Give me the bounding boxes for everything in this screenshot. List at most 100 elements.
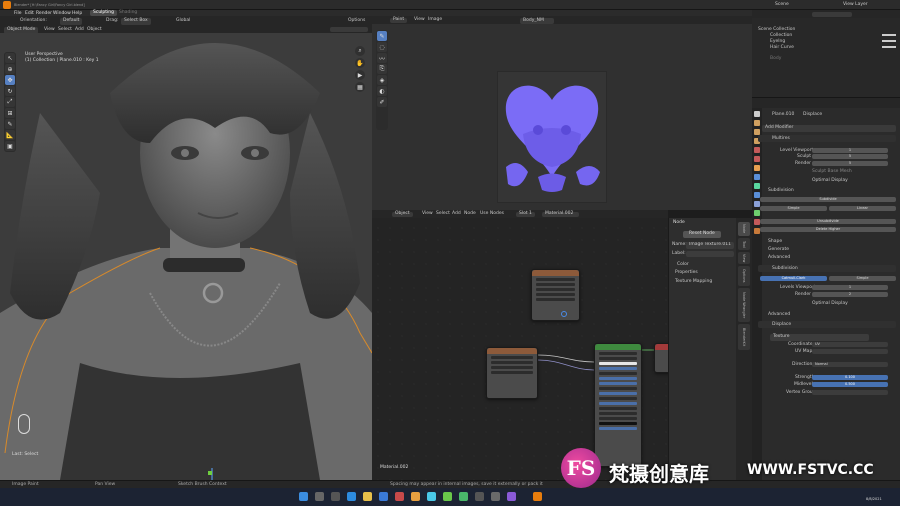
scale-tool-icon[interactable]: ⤢ (5, 97, 15, 107)
constraints-tab-icon[interactable] (754, 201, 760, 207)
image-texture-node[interactable] (531, 269, 580, 321)
material-output-node[interactable] (654, 343, 668, 373)
outliner-item-eyelng[interactable]: Eyelng (770, 39, 785, 45)
tool-tab-icon[interactable] (754, 111, 760, 117)
app-icon[interactable] (491, 492, 500, 501)
outliner-search-input[interactable] (812, 11, 852, 17)
search-icon[interactable] (315, 492, 324, 501)
rotate-tool-icon[interactable]: ↻ (5, 86, 15, 96)
direction-dropdown[interactable]: Normal (812, 362, 888, 367)
sidebar-tab-node[interactable]: Node (738, 222, 750, 236)
transform-tool-icon[interactable]: ⊞ (5, 108, 15, 118)
level-viewport-field[interactable]: 1 (812, 148, 888, 153)
simple-subdivide-button[interactable]: Simple (760, 206, 827, 211)
outliner-scene-collection[interactable]: Scene Collection (758, 27, 795, 33)
shading-mode-buttons[interactable] (330, 27, 368, 32)
select-tool-icon[interactable]: ↖ (5, 53, 15, 63)
node-row[interactable] (599, 426, 637, 430)
catmull-clark-button[interactable]: Catmull-Clark (760, 276, 827, 281)
node-socket-icon[interactable] (561, 311, 567, 317)
camera-icon[interactable]: ▶ (355, 70, 365, 80)
node-row[interactable] (599, 356, 637, 360)
options-dropdown[interactable]: Options (348, 18, 365, 24)
active-modifier-name[interactable]: Displace (803, 112, 822, 118)
image-menu-view[interactable]: View (414, 17, 425, 23)
app-icon[interactable] (459, 492, 468, 501)
scene-name[interactable]: Scene (775, 2, 789, 8)
subdivide-button[interactable]: Subdivide (760, 197, 896, 202)
shape-subpanel[interactable]: Shape (768, 239, 782, 245)
node-row[interactable] (536, 282, 575, 286)
clone-brush-icon[interactable]: ⎘ (377, 64, 387, 74)
viewport-menu-add[interactable]: Add (75, 27, 84, 33)
viewport-menu-select[interactable]: Select (58, 27, 72, 33)
node-properties-section[interactable]: Properties (675, 270, 698, 276)
image-mode-dropdown[interactable]: Paint (390, 17, 408, 23)
multires-modifier-panel[interactable]: Multires (758, 135, 896, 142)
midlevel-field[interactable]: 0.500 (812, 382, 888, 387)
object-name[interactable]: Plane.010 (772, 112, 794, 118)
sidebar-tab-options[interactable]: Options (738, 266, 750, 286)
drag-dropdown[interactable]: Select Box (121, 18, 151, 25)
viewport-menu-object[interactable]: Object (87, 27, 102, 33)
object-tab-icon[interactable] (754, 165, 760, 171)
principled-bsdf-node-header[interactable] (595, 344, 641, 350)
subdivision-subpanel[interactable]: Subdivision (768, 188, 794, 194)
visibility-toggles-icon[interactable] (882, 34, 896, 52)
principled-bsdf-node[interactable] (594, 343, 642, 467)
generate-subpanel[interactable]: Generate (768, 247, 789, 253)
measure-tool-icon[interactable]: 📐 (5, 130, 15, 140)
node-row[interactable] (599, 406, 637, 410)
node-row[interactable] (491, 365, 533, 369)
node-row[interactable] (599, 376, 637, 380)
multires-name-field[interactable]: Multires (772, 136, 790, 142)
image-editor[interactable]: Paint View Image Body_NM ✎ ◌ 〰 ⎘ ◈ ◐ ✐ (372, 16, 752, 210)
node-row[interactable] (599, 411, 637, 415)
edge-browser-icon[interactable] (347, 492, 356, 501)
app-icon[interactable] (427, 492, 436, 501)
node-row[interactable] (599, 391, 637, 395)
node-row[interactable] (536, 277, 575, 281)
unsubdivide-button[interactable]: Unsubdivide (760, 219, 896, 224)
windows-start-icon[interactable] (299, 492, 308, 501)
subdivision-modifier-panel[interactable]: Subdivision (758, 265, 896, 272)
displace-name-field[interactable]: Displace (772, 322, 791, 328)
uv-map-field[interactable] (812, 349, 888, 354)
app-icon[interactable] (475, 492, 484, 501)
viewport-menu-view[interactable]: View (44, 27, 55, 33)
outliner-item-hair-curve[interactable]: Hair Curve (770, 45, 794, 51)
node-row[interactable] (599, 371, 637, 375)
store-icon[interactable] (379, 492, 388, 501)
node-label-field[interactable] (686, 251, 734, 257)
node-row[interactable] (599, 351, 637, 355)
node-row[interactable] (536, 292, 575, 296)
add-modifier-dropdown[interactable]: Add Modifier (762, 125, 896, 132)
normal-map-node-header[interactable] (487, 348, 537, 354)
sidebar-tab-view[interactable]: View (738, 252, 750, 264)
node-row[interactable] (536, 287, 575, 291)
particles-tab-icon[interactable] (754, 183, 760, 189)
normal-map-node[interactable] (486, 347, 538, 399)
global-transform-dropdown[interactable]: Global (176, 18, 190, 24)
scene-tab-icon[interactable] (754, 147, 760, 153)
material-output-node-header[interactable] (655, 344, 668, 350)
outliner-item-body[interactable]: Body (770, 56, 781, 62)
sculpt-model-render[interactable] (0, 33, 372, 480)
subdivision-simple-button[interactable]: Simple (829, 276, 896, 281)
node-row[interactable] (491, 355, 533, 359)
node-row[interactable] (536, 297, 575, 301)
file-explorer-icon[interactable] (363, 492, 372, 501)
levels-viewport-field[interactable]: 1 (812, 285, 888, 290)
node-row[interactable] (491, 360, 533, 364)
reset-node-button[interactable]: Reset Node (683, 231, 721, 238)
data-tab-icon[interactable] (754, 210, 760, 216)
image-menu-image[interactable]: Image (428, 17, 442, 23)
displace-texture-field[interactable]: Texture (770, 334, 870, 341)
render-level-field[interactable]: 5 (812, 161, 888, 166)
blender-taskbar-icon[interactable] (533, 492, 542, 501)
displace-modifier-panel[interactable]: Displace (758, 321, 896, 328)
render-tab-icon[interactable] (754, 120, 760, 126)
sidebar-tab-tool[interactable]: Tool (738, 238, 750, 250)
pan-hand-icon[interactable]: ✋ (355, 58, 365, 68)
subdivision-optimal-display-checkbox[interactable]: Optimal Display (812, 301, 848, 307)
